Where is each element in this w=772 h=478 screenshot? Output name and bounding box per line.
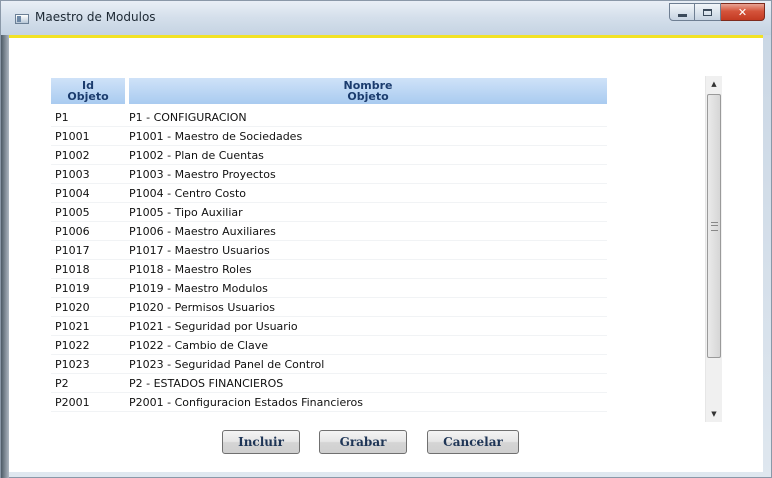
scroll-grip-icon [711, 222, 718, 231]
table-row[interactable]: P1020 P1020 - Permisos Usuarios [51, 298, 607, 317]
cell-id: P1005 [55, 206, 90, 219]
table-row[interactable]: P1018 P1018 - Maestro Roles [51, 260, 607, 279]
action-bar: Incluir Grabar Cancelar [9, 430, 763, 456]
table-row[interactable]: P1 P1 - CONFIGURACION [51, 108, 607, 127]
cell-name: P1017 - Maestro Usuarios [129, 244, 270, 257]
table-row[interactable]: P1023 P1023 - Seguridad Panel de Control [51, 355, 607, 374]
window-left-edge [1, 35, 9, 478]
cell-id: P1017 [55, 244, 90, 257]
cell-id: P1004 [55, 187, 90, 200]
table-row[interactable]: P1005 P1005 - Tipo Auxiliar [51, 203, 607, 222]
cell-name: P1003 - Maestro Proyectos [129, 168, 276, 181]
cell-name: P1019 - Maestro Modulos [129, 282, 268, 295]
cell-id: P1 [55, 111, 69, 124]
table-row[interactable]: P1006 P1006 - Maestro Auxiliares [51, 222, 607, 241]
cell-name: P1005 - Tipo Auxiliar [129, 206, 243, 219]
cell-name: P1006 - Maestro Auxiliares [129, 225, 276, 238]
table-row[interactable]: P2 P2 - ESTADOS FINANCIEROS [51, 374, 607, 393]
cell-name: P1001 - Maestro de Sociedades [129, 130, 303, 143]
client-area: Id Objeto Nombre Objeto P1 P1 - CONFIGURA… [9, 35, 763, 472]
cell-id: P1006 [55, 225, 90, 238]
grabar-button[interactable]: Grabar [319, 430, 407, 454]
cell-name: P2 - ESTADOS FINANCIEROS [129, 377, 284, 390]
minimize-button[interactable] [669, 3, 695, 21]
cell-id: P1001 [55, 130, 90, 143]
cell-name: P1021 - Seguridad por Usuario [129, 320, 298, 333]
cell-name: P1018 - Maestro Roles [129, 263, 252, 276]
scroll-thumb[interactable] [707, 94, 721, 358]
close-icon: ✕ [737, 5, 748, 19]
cell-id: P2 [55, 377, 69, 390]
table-row[interactable]: P1004 P1004 - Centro Costo [51, 184, 607, 203]
close-button[interactable]: ✕ [721, 3, 765, 21]
cell-id: P1023 [55, 358, 90, 371]
column-header-id[interactable]: Id Objeto [51, 78, 125, 104]
cell-name: P1002 - Plan de Cuentas [129, 149, 264, 162]
cell-id: P1019 [55, 282, 90, 295]
cell-id: P1020 [55, 301, 90, 314]
minimize-icon [677, 13, 687, 17]
caption-buttons: ✕ [669, 3, 765, 21]
table-row[interactable]: P1017 P1017 - Maestro Usuarios [51, 241, 607, 260]
cell-name: P1023 - Seguridad Panel de Control [129, 358, 325, 371]
title-bar[interactable]: Maestro de Modulos ✕ [1, 1, 771, 35]
column-header-id-line2: Objeto [67, 90, 109, 103]
maximize-icon [703, 8, 712, 16]
cell-id: P1022 [55, 339, 90, 352]
cell-id: P1003 [55, 168, 90, 181]
table-row[interactable]: P1001 P1001 - Maestro de Sociedades [51, 127, 607, 146]
column-header-name-line2: Objeto [347, 90, 389, 103]
cell-name: P1020 - Permisos Usuarios [129, 301, 275, 314]
maximize-button[interactable] [695, 3, 721, 21]
cell-id: P1021 [55, 320, 90, 333]
cell-name: P1 - CONFIGURACION [129, 111, 247, 124]
table-row[interactable]: P1019 P1019 - Maestro Modulos [51, 279, 607, 298]
table-row[interactable]: P1003 P1003 - Maestro Proyectos [51, 165, 607, 184]
table-row[interactable]: P1002 P1002 - Plan de Cuentas [51, 146, 607, 165]
cell-id: P1002 [55, 149, 90, 162]
window-title: Maestro de Modulos [35, 10, 156, 24]
cancelar-button[interactable]: Cancelar [427, 430, 519, 454]
app-icon[interactable] [15, 14, 29, 24]
vertical-scrollbar[interactable]: ▲ ▼ [705, 76, 722, 422]
cell-name: P1022 - Cambio de Clave [129, 339, 268, 352]
grid-rows: P1 P1 - CONFIGURACION P1001 P1001 - Maestro… [51, 108, 607, 412]
window: Maestro de Modulos ✕ Id Objeto Nombre Ob… [0, 0, 772, 478]
scroll-down-arrow-icon[interactable]: ▼ [706, 406, 722, 422]
table-row[interactable]: P1021 P1021 - Seguridad por Usuario [51, 317, 607, 336]
table-row[interactable]: P2001 P2001 - Configuracion Estados Finan… [51, 393, 607, 412]
incluir-button[interactable]: Incluir [222, 430, 300, 454]
scroll-up-arrow-icon[interactable]: ▲ [706, 76, 722, 92]
table-row[interactable]: P1022 P1022 - Cambio de Clave [51, 336, 607, 355]
cell-name: P2001 - Configuracion Estados Financiero… [129, 396, 363, 409]
column-header-name[interactable]: Nombre Objeto [129, 78, 607, 104]
cell-name: P1004 - Centro Costo [129, 187, 247, 200]
cell-id: P2001 [55, 396, 90, 409]
cell-id: P1018 [55, 263, 90, 276]
